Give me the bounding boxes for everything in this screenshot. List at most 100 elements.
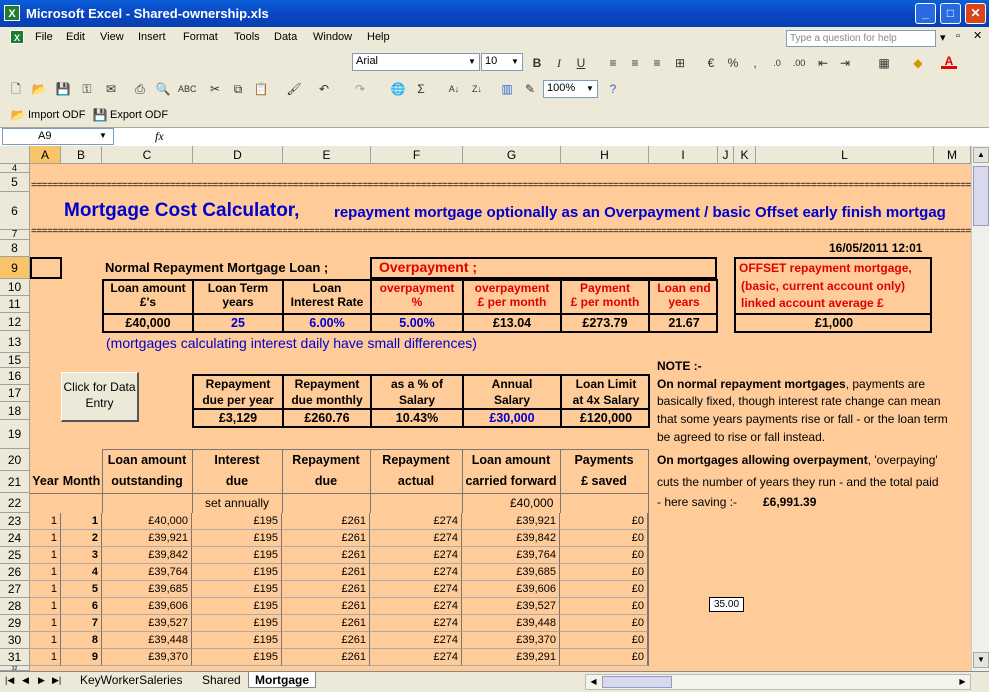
schedule-cell[interactable]: £39,370 (102, 649, 192, 666)
schedule-cell[interactable]: £39,527 (102, 615, 192, 632)
name-box[interactable]: A9 (2, 128, 114, 145)
autosum-icon[interactable]: Σ (413, 81, 429, 97)
scroll-left-icon[interactable]: ◀ (586, 675, 601, 689)
schedule-cell[interactable]: £195 (192, 547, 282, 564)
spreadsheet-grid[interactable]: A B C D E F G H I J K L M 4 5 6 7 8 9 10… (0, 146, 971, 671)
row-header[interactable]: 5 (0, 173, 30, 192)
align-right-icon[interactable]: ≡ (649, 55, 665, 71)
schedule-cell[interactable]: £39,527 (462, 598, 560, 615)
menu-insert[interactable]: Insert (138, 31, 166, 43)
font-color-icon[interactable]: A (941, 53, 957, 69)
schedule-cell[interactable]: £0 (560, 530, 648, 547)
font-name-combo[interactable]: Arial ▼ (352, 53, 480, 71)
schedule-cell[interactable]: £0 (560, 564, 648, 581)
menu-file[interactable]: File (35, 31, 53, 43)
dropdown-arrow-icon[interactable]: ▼ (584, 82, 596, 96)
last-sheet-icon[interactable]: ▶| (52, 675, 61, 686)
minimize-button[interactable]: _ (915, 3, 936, 24)
row-header[interactable]: 9 (0, 257, 30, 279)
row-header[interactable]: 19 (0, 420, 30, 449)
row-header[interactable]: 16 (0, 368, 30, 385)
schedule-cell[interactable]: £274 (370, 615, 462, 632)
menu-view[interactable]: View (100, 31, 124, 43)
schedule-cell[interactable]: £195 (192, 632, 282, 649)
decrease-decimal-icon[interactable]: .00 (791, 55, 807, 71)
permission-icon[interactable]: ⚿ (79, 81, 95, 97)
schedule-cell[interactable]: £261 (282, 513, 370, 530)
row-header[interactable]: 6 (0, 192, 30, 230)
font-size-combo[interactable]: 10 ▼ (481, 53, 523, 71)
export-odf-button[interactable]: Export ODF (110, 109, 168, 121)
schedule-cell[interactable]: 1 (30, 598, 61, 615)
underline-icon[interactable]: U (573, 55, 589, 71)
new-icon[interactable]: 🗋 (8, 81, 24, 97)
schedule-cell[interactable]: £39,448 (462, 615, 560, 632)
schedule-cell[interactable]: £261 (282, 615, 370, 632)
close-button[interactable]: ✕ (965, 3, 986, 24)
redo-icon[interactable]: ↷ (352, 81, 368, 97)
bold-icon[interactable]: B (529, 55, 545, 71)
schedule-cell[interactable]: 1 (61, 513, 102, 530)
print-preview-icon[interactable]: 🔍 (155, 81, 171, 97)
selected-cell-a9[interactable] (30, 257, 62, 279)
chevron-down-icon[interactable]: ▾ (940, 31, 946, 44)
row-header[interactable]: 11 (0, 296, 30, 313)
interest-rate-value[interactable]: 6.00% (284, 316, 370, 330)
paste-icon[interactable]: 📋 (253, 81, 269, 97)
overpayment-pct-value[interactable]: 5.00% (372, 316, 462, 330)
schedule-cell[interactable]: £274 (370, 530, 462, 547)
row-header[interactable]: 15 (0, 353, 30, 368)
schedule-cell[interactable]: £195 (192, 564, 282, 581)
tab-mortgage[interactable]: Mortgage (248, 672, 316, 688)
scroll-thumb[interactable] (973, 166, 989, 226)
help-icon[interactable]: ? (605, 81, 621, 97)
schedule-cell[interactable]: £261 (282, 649, 370, 666)
import-odf-button[interactable]: Import ODF (28, 109, 85, 121)
schedule-cell[interactable]: £274 (370, 581, 462, 598)
tab-keyworkersaleries[interactable]: KeyWorkerSaleries (74, 672, 188, 688)
schedule-cell[interactable]: £274 (370, 598, 462, 615)
schedule-cell[interactable]: £0 (560, 649, 648, 666)
percent-icon[interactable]: % (725, 55, 741, 71)
schedule-cell[interactable]: £0 (560, 598, 648, 615)
row-header[interactable]: 25 (0, 547, 30, 564)
schedule-cell[interactable]: £39,685 (462, 564, 560, 581)
schedule-cell[interactable]: £39,370 (462, 632, 560, 649)
schedule-cell[interactable]: £274 (370, 632, 462, 649)
scroll-up-icon[interactable]: ▲ (973, 147, 989, 163)
schedule-cell[interactable]: 1 (30, 632, 61, 649)
schedule-cell[interactable]: 1 (30, 530, 61, 547)
schedule-cell[interactable]: £39,291 (462, 649, 560, 666)
row-header[interactable]: 12 (0, 313, 30, 331)
schedule-cell[interactable]: £261 (282, 547, 370, 564)
print-icon[interactable]: ⎙ (132, 81, 148, 97)
schedule-cell[interactable]: £195 (192, 615, 282, 632)
menu-window[interactable]: Window (313, 31, 352, 43)
restore-icon[interactable]: ▫ (956, 30, 960, 42)
copy-icon[interactable]: ⧉ (230, 81, 246, 97)
dropdown-arrow-icon[interactable]: ▼ (99, 131, 107, 140)
schedule-cell[interactable]: 1 (30, 615, 61, 632)
col-header-l[interactable]: L (756, 146, 934, 164)
dropdown-arrow-icon[interactable]: ▼ (466, 55, 478, 69)
sort-ascending-icon[interactable]: A↓ (446, 81, 462, 97)
undo-icon[interactable]: ↶ (316, 81, 332, 97)
function-icon[interactable]: fx (155, 129, 164, 144)
row-header[interactable]: 27 (0, 581, 30, 598)
schedule-cell[interactable]: £39,606 (102, 598, 192, 615)
row-header[interactable]: 20 (0, 449, 30, 471)
col-header-c[interactable]: C (102, 146, 193, 164)
format-painter-icon[interactable]: 🖌 (286, 81, 302, 97)
schedule-cell[interactable]: 6 (61, 598, 102, 615)
schedule-cell[interactable]: £0 (560, 632, 648, 649)
schedule-cell[interactable]: £195 (192, 598, 282, 615)
menu-help[interactable]: Help (367, 31, 390, 43)
schedule-cell[interactable]: £39,448 (102, 632, 192, 649)
first-sheet-icon[interactable]: |◀ (5, 675, 14, 686)
schedule-cell[interactable]: £40,000 (102, 513, 192, 530)
col-header-j[interactable]: J (718, 146, 734, 164)
scroll-right-icon[interactable]: ▶ (955, 675, 970, 689)
col-header-i[interactable]: I (649, 146, 718, 164)
maximize-button[interactable]: □ (940, 3, 961, 24)
increase-decimal-icon[interactable]: .0 (769, 55, 785, 71)
